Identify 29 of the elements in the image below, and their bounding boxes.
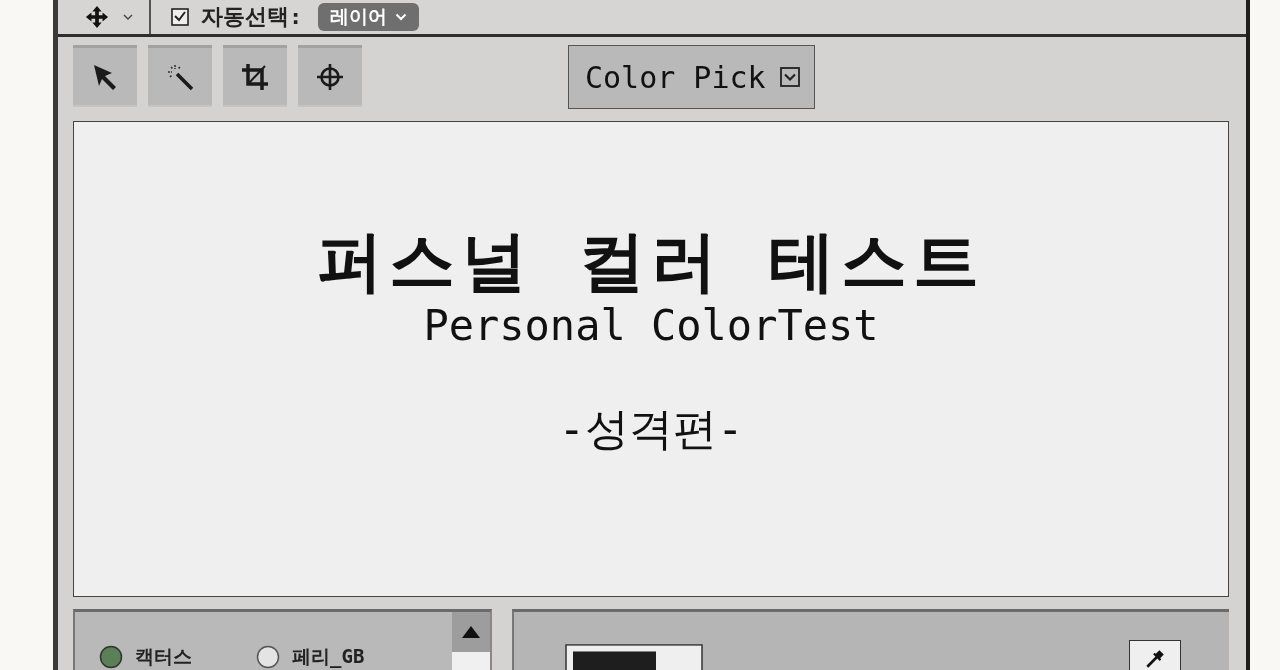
color-pick-dropdown[interactable]: Color Pick (568, 45, 815, 109)
crop-tool-button[interactable] (223, 45, 287, 107)
magic-wand-tool-button[interactable] (148, 45, 212, 107)
crosshair-icon (316, 62, 344, 91)
chevron-down-icon[interactable] (123, 14, 133, 20)
swatch-label[interactable]: 캑터스 (135, 644, 192, 670)
layer-dropdown[interactable]: 레이어 (318, 3, 420, 31)
color-swatch-icon[interactable] (564, 644, 703, 670)
radio-button[interactable] (99, 645, 123, 669)
magic-wand-icon (166, 62, 194, 91)
triangle-up-icon (460, 625, 481, 639)
swatch-label[interactable]: 페리_GB (292, 644, 365, 670)
crosshair-tool-button[interactable] (298, 45, 362, 107)
auto-select-label: 자동선택: (201, 3, 303, 31)
radio-button[interactable] (256, 645, 280, 669)
canvas-edition-label: -성격편- (558, 404, 744, 454)
auto-select-checkbox[interactable] (171, 8, 189, 26)
chevron-down-icon (395, 13, 408, 21)
canvas-title: 퍼스널 컬러 테스트 (317, 226, 985, 299)
crop-icon (241, 62, 269, 91)
move-icon[interactable] (85, 5, 109, 29)
eyedropper-icon (1144, 648, 1166, 670)
scrollbar[interactable] (451, 612, 490, 670)
scroll-up-button[interactable] (451, 612, 490, 652)
eyedropper-button[interactable] (1129, 640, 1181, 670)
canvas-subtitle: Personal ColorTest (423, 302, 879, 349)
cursor-arrow-icon (91, 62, 119, 91)
select-tool-button[interactable] (73, 45, 137, 107)
dropdown-box-icon (779, 67, 800, 87)
